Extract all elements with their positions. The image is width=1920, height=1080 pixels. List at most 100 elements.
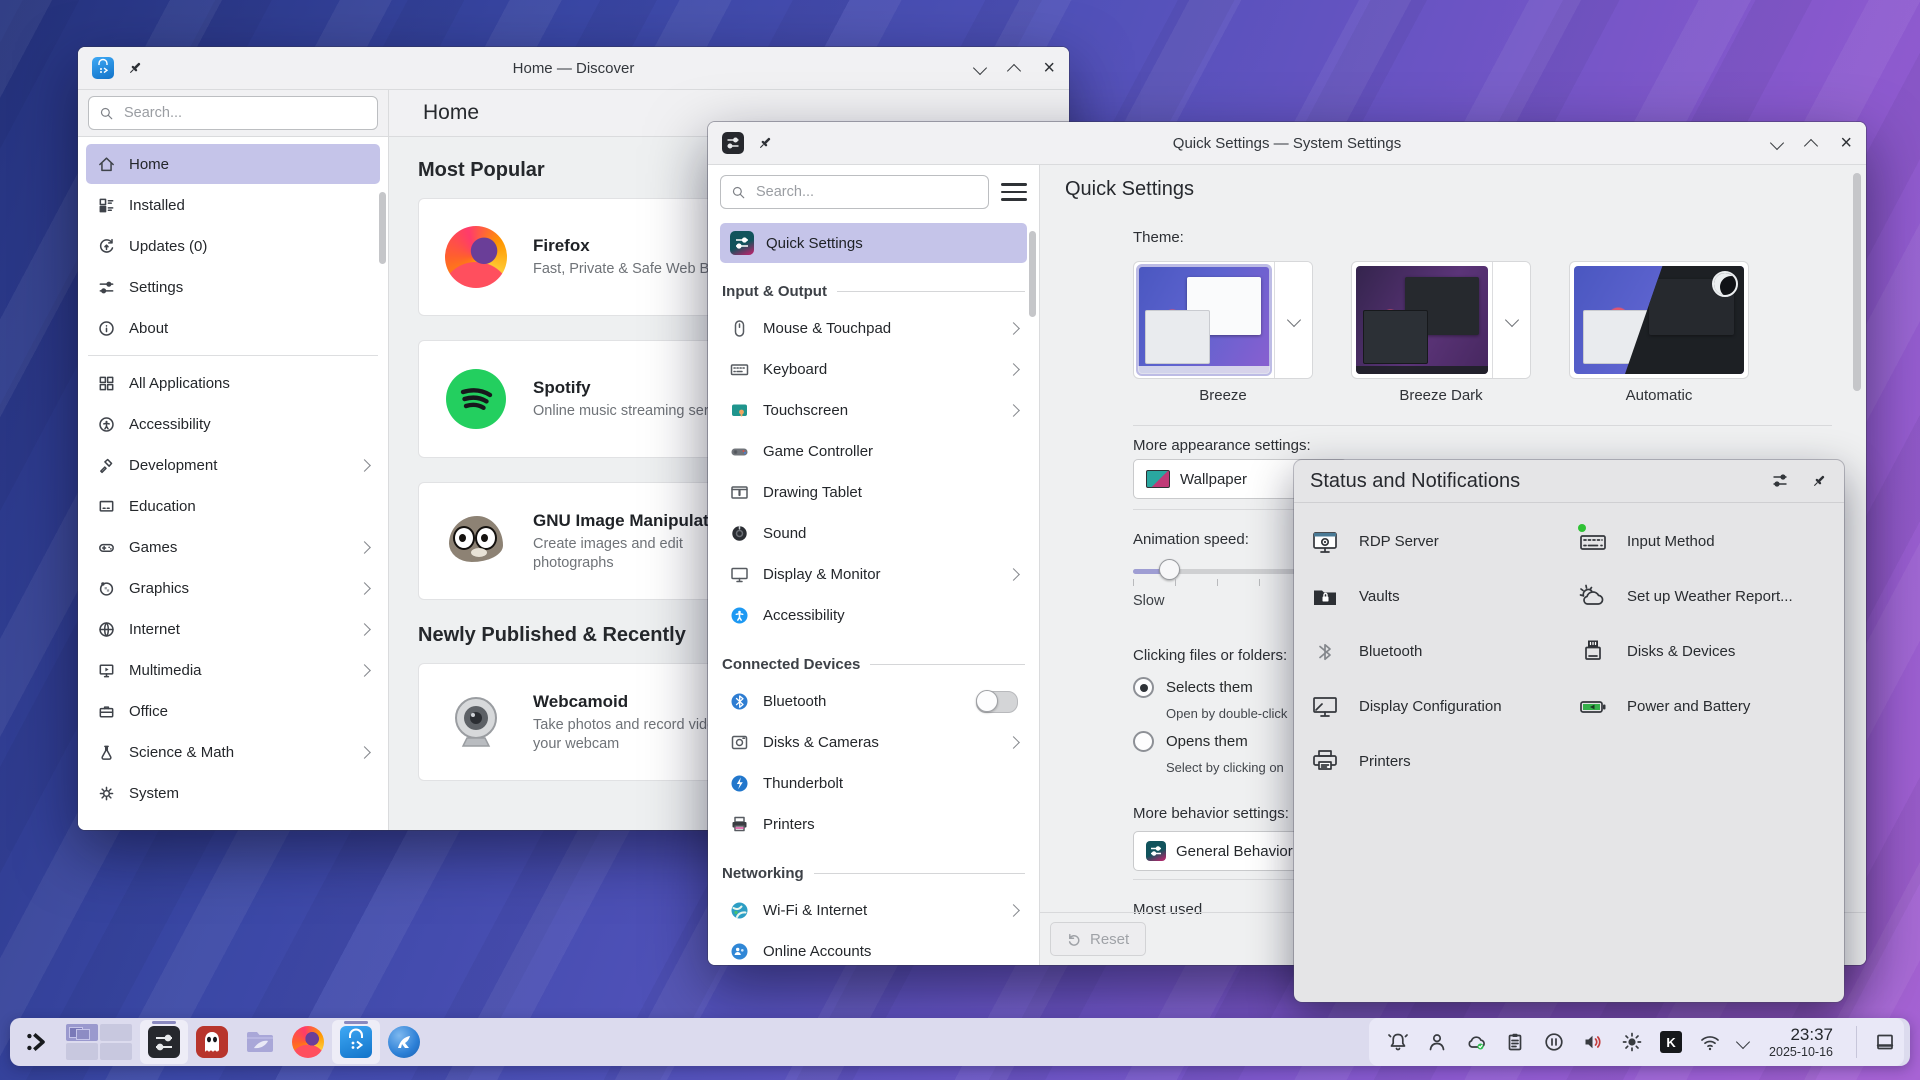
sidebar-item-science-math[interactable]: Science & Math [86, 732, 380, 772]
user-icon[interactable] [1426, 1031, 1448, 1053]
app-launcher-button[interactable] [16, 1021, 58, 1063]
sidebar-item-keyboard[interactable]: Keyboard [720, 349, 1027, 390]
maximize-button[interactable] [1804, 138, 1818, 152]
sidebar-item-display-monitor[interactable]: Display & Monitor [720, 554, 1027, 595]
virtual-desktop-pager[interactable] [66, 1024, 132, 1060]
sidebar-item-touchscreen[interactable]: Touchscreen [720, 390, 1027, 431]
sidebar-item-mouse-touchpad[interactable]: Mouse & Touchpad [720, 308, 1027, 349]
popup-item-input-method[interactable]: Input Method [1576, 525, 1830, 559]
settings-search[interactable] [720, 175, 989, 209]
sidebar-item-drawing-tablet[interactable]: Drawing Tablet [720, 472, 1027, 513]
configure-icon[interactable] [1770, 471, 1790, 491]
pin-icon[interactable] [126, 59, 144, 77]
search-input[interactable] [754, 183, 978, 201]
popup-item-bluetooth[interactable]: Bluetooth [1308, 635, 1576, 669]
pin-icon[interactable] [1810, 472, 1828, 490]
sidebar-item-all-applications[interactable]: All Applications [86, 363, 380, 403]
sidebar-item-online-accounts[interactable]: Online Accounts [720, 931, 1027, 965]
task-dolphin[interactable] [236, 1020, 284, 1064]
sidebar-item-sound[interactable]: Sound [720, 513, 1027, 554]
sidebar-item-graphics[interactable]: Graphics [86, 568, 380, 608]
theme-option-breeze[interactable] [1133, 261, 1313, 379]
sidebar-item-education[interactable]: Education [86, 486, 380, 526]
sidebar-item-disks-cameras[interactable]: Disks & Cameras [720, 722, 1027, 763]
sidebar-item-quick-settings[interactable]: Quick Settings [720, 223, 1027, 263]
cloud-sync-icon[interactable] [1465, 1031, 1487, 1053]
minimize-button[interactable] [973, 61, 987, 75]
close-button[interactable]: × [1043, 58, 1055, 78]
maximize-button[interactable] [1007, 63, 1021, 77]
theme-name: Breeze Dark [1351, 387, 1531, 404]
radio-button[interactable] [1133, 677, 1154, 698]
graphics-icon [97, 579, 116, 598]
sidebar-item-home[interactable]: Home [86, 144, 380, 184]
bluetooth-toggle[interactable] [976, 691, 1018, 713]
volume-icon[interactable] [1582, 1031, 1604, 1053]
task-konqueror[interactable] [380, 1020, 428, 1064]
sidebar-item-multimedia[interactable]: Multimedia [86, 650, 380, 690]
theme-variant-dropdown[interactable] [1274, 262, 1312, 378]
popup-item-disks-devices[interactable]: Disks & Devices [1576, 635, 1830, 669]
sidebar-item-thunderbolt[interactable]: Thunderbolt [720, 763, 1027, 804]
sidebar-item-internet[interactable]: Internet [86, 609, 380, 649]
theme-option-breeze-dark[interactable] [1351, 261, 1531, 379]
radio-selects-them[interactable]: Selects them [1133, 677, 1253, 698]
task-system-settings[interactable] [140, 1020, 188, 1064]
sidebar-item-office[interactable]: Office [86, 691, 380, 731]
wifi-tray-icon[interactable] [1699, 1031, 1721, 1053]
vaults-icon [1308, 580, 1342, 614]
notifications-icon[interactable] [1387, 1031, 1409, 1053]
sidebar-item-about[interactable]: About [86, 308, 380, 348]
sidebar-item-bluetooth[interactable]: Bluetooth [720, 681, 1027, 722]
main-scrollbar[interactable] [1853, 173, 1861, 391]
sidebar-item-system[interactable]: System [86, 773, 380, 813]
hamburger-menu-icon[interactable] [1001, 182, 1027, 202]
expand-chevron-icon[interactable] [1736, 1035, 1750, 1049]
show-desktop-icon[interactable] [1874, 1031, 1896, 1053]
sidebar-item-games[interactable]: Games [86, 527, 380, 567]
close-button[interactable]: × [1840, 133, 1852, 153]
sidebar-item-accessibility[interactable]: Accessibility [720, 595, 1027, 636]
sidebar-scrollbar[interactable] [1029, 231, 1036, 317]
animation-slider-handle[interactable] [1159, 559, 1180, 580]
theme-preview-breeze [1138, 266, 1270, 374]
search-input[interactable] [122, 104, 367, 122]
clipboard-icon[interactable] [1504, 1031, 1526, 1053]
theme-option-automatic[interactable] [1569, 261, 1749, 379]
reset-button[interactable]: Reset [1050, 922, 1146, 956]
sidebar-item-settings[interactable]: Settings [86, 267, 380, 307]
window-title: Quick Settings — System Settings [828, 135, 1746, 152]
radio-opens-them[interactable]: Opens them [1133, 731, 1248, 752]
discover-search[interactable] [88, 96, 378, 130]
popup-item-vaults[interactable]: Vaults [1308, 580, 1576, 614]
system-settings-titlebar[interactable]: Quick Settings — System Settings × [708, 122, 1866, 165]
sidebar-item-wifi-internet[interactable]: Wi-Fi & Internet [720, 890, 1027, 931]
popup-item-power-battery[interactable]: Power and Battery [1576, 690, 1830, 724]
pin-icon[interactable] [756, 134, 774, 152]
popup-item-display-configuration[interactable]: Display Configuration [1308, 690, 1576, 724]
sidebar-item-accessibility[interactable]: Accessibility [86, 404, 380, 444]
media-pause-icon[interactable] [1543, 1031, 1565, 1053]
accessibility-blue-icon [729, 605, 750, 626]
sidebar-item-development[interactable]: Development [86, 445, 380, 485]
clock[interactable]: 23:37 2025-10-16 [1769, 1025, 1833, 1059]
section-header: Input & Output [722, 283, 1025, 300]
sidebar-item-game-controller[interactable]: Game Controller [720, 431, 1027, 472]
task-ghostwriter[interactable] [188, 1020, 236, 1064]
k-app-icon[interactable]: K [1660, 1031, 1682, 1053]
sidebar-scrollbar[interactable] [379, 192, 386, 264]
brightness-icon[interactable] [1621, 1031, 1643, 1053]
radio-button[interactable] [1133, 731, 1154, 752]
theme-variant-dropdown[interactable] [1492, 262, 1530, 378]
minimize-button[interactable] [1770, 136, 1784, 150]
task-discover[interactable] [332, 1020, 380, 1064]
popup-item-printers[interactable]: Printers [1308, 745, 1576, 779]
popup-item-weather[interactable]: Set up Weather Report... [1576, 580, 1830, 614]
discover-titlebar[interactable]: Home — Discover × [78, 47, 1069, 90]
sidebar-item-installed[interactable]: Installed [86, 185, 380, 225]
settings-sliders-icon [97, 278, 116, 297]
popup-item-rdp-server[interactable]: RDP Server [1308, 525, 1576, 559]
sidebar-item-updates[interactable]: Updates (0) [86, 226, 380, 266]
task-firefox[interactable] [284, 1020, 332, 1064]
sidebar-item-printers[interactable]: Printers [720, 804, 1027, 845]
